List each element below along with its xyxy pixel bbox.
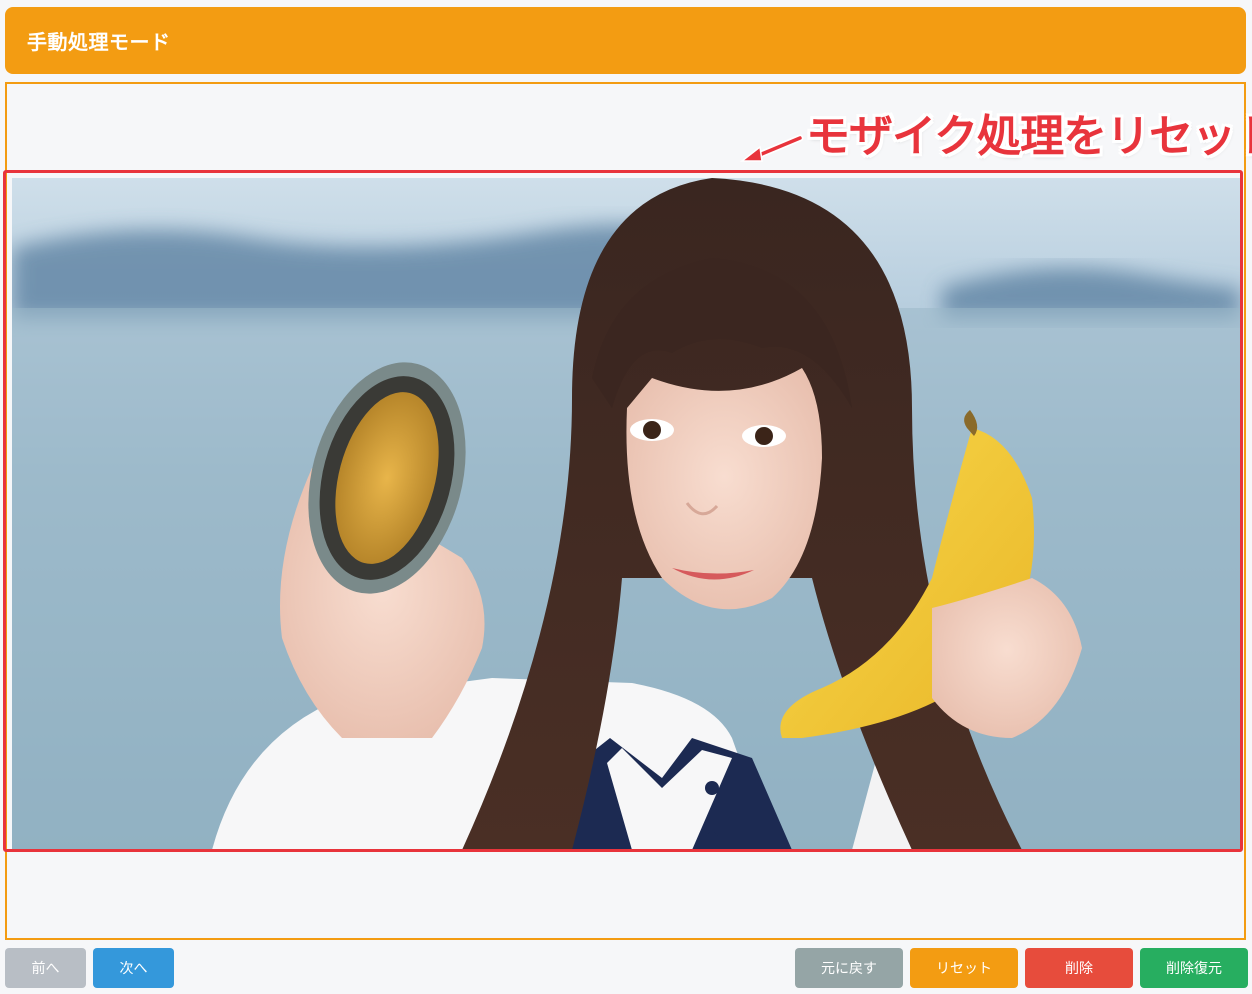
undo-button[interactable]: 元に戻す xyxy=(795,948,903,988)
action-button-bar: 前へ 次へ 元に戻す リセット 削除 削除復元 xyxy=(0,948,1252,990)
mode-header: 手動処理モード xyxy=(5,7,1246,74)
next-button[interactable]: 次へ xyxy=(93,948,174,988)
delete-button[interactable]: 削除 xyxy=(1025,948,1133,988)
reset-mosaic-annotation: モザイク処理をリセット xyxy=(806,111,1252,162)
reset-button[interactable]: リセット xyxy=(910,948,1018,988)
previous-button[interactable]: 前へ xyxy=(5,948,86,988)
restore-deleted-button[interactable]: 削除復元 xyxy=(1140,948,1248,988)
annotation-arrow-icon xyxy=(739,134,804,162)
portrait-photo[interactable] xyxy=(12,178,1240,850)
page-title: 手動処理モード xyxy=(27,30,171,54)
image-highlight-frame[interactable] xyxy=(3,170,1243,852)
